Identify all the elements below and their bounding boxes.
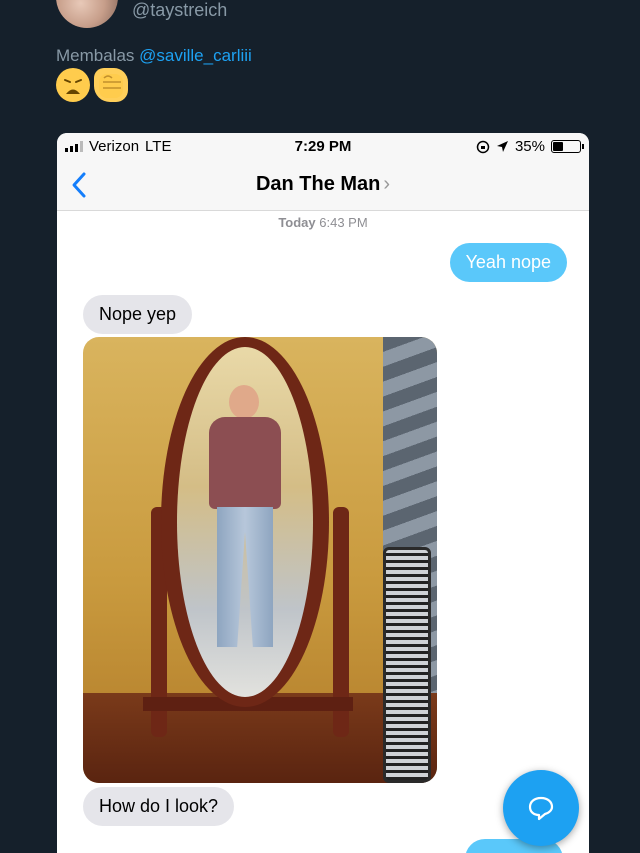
compose-reply-icon bbox=[528, 796, 554, 821]
message-bubble-received[interactable]: How do I look? bbox=[83, 787, 235, 826]
battery-percent: 35% bbox=[514, 138, 545, 155]
timestamp-day: Today bbox=[278, 215, 316, 230]
person-jeans bbox=[217, 507, 273, 647]
tower-fan bbox=[383, 547, 431, 783]
status-bar: Verizon LTE 7:29 PM 35% bbox=[57, 133, 589, 161]
rotation-lock-icon bbox=[476, 140, 490, 153]
mirror-glass bbox=[177, 347, 313, 697]
raised-fist-icon bbox=[94, 68, 128, 102]
message-bubble-received[interactable]: Nope yep bbox=[83, 295, 193, 334]
person-shirt bbox=[209, 417, 281, 509]
weary-face-icon bbox=[56, 68, 90, 102]
mirror-frame bbox=[161, 337, 329, 707]
avatar[interactable] bbox=[56, 0, 118, 28]
mention-link[interactable]: @saville_carliii bbox=[139, 46, 252, 65]
compose-reply-button[interactable] bbox=[503, 770, 579, 846]
contact-name-button[interactable]: Dan The Man › bbox=[57, 173, 589, 196]
contact-name: Dan The Man bbox=[255, 173, 381, 195]
conversation-header: Dan The Man › bbox=[57, 161, 589, 211]
timestamp-time: 6:43 PM bbox=[319, 215, 368, 230]
person-head bbox=[229, 385, 259, 419]
reply-prefix: Membalas bbox=[56, 46, 140, 65]
emoji-row bbox=[56, 68, 128, 102]
chevron-right-icon: › bbox=[383, 173, 391, 195]
embedded-screenshot[interactable]: Verizon LTE 7:29 PM 35% Dan The Man › Tod bbox=[57, 133, 589, 853]
battery-icon bbox=[551, 140, 584, 153]
status-right: 35% bbox=[476, 138, 584, 155]
photo-message[interactable] bbox=[83, 337, 437, 783]
message-bubble-sent[interactable]: Yeah nope bbox=[449, 243, 567, 282]
user-handle[interactable]: @taystreich bbox=[132, 0, 227, 21]
message-timestamp: Today 6:43 PM bbox=[57, 215, 589, 230]
location-arrow-icon bbox=[496, 141, 508, 152]
tweet-text: Membalas @saville_carliii bbox=[56, 46, 252, 66]
